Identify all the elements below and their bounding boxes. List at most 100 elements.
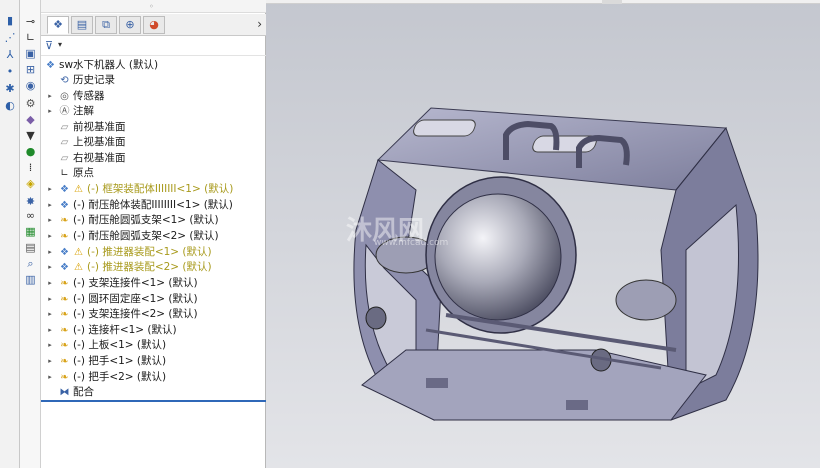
tree-item-pressure-hull-assembly[interactable]: ▸ ❖ (-) 耐压舱体装配IIIIIIII<1> (默认)	[41, 198, 266, 213]
expand-icon[interactable]: ▸	[46, 354, 54, 369]
tree-item-ring-mount[interactable]: ▸ ❧ (-) 圆环固定座<1> (默认)	[41, 292, 266, 307]
part-icon: ❧	[60, 340, 69, 351]
display-manager-tab[interactable]: ◕	[143, 16, 165, 34]
tree-item-history[interactable]: ⟲ 历史记录	[41, 73, 266, 88]
print-icon[interactable]: ▤	[23, 240, 38, 255]
expand-icon[interactable]: ▸	[46, 89, 54, 104]
tree-item-connecting-rod[interactable]: ▸ ❧ (-) 连接杆<1> (默认)	[41, 323, 266, 338]
tree-item-label: 注解	[73, 105, 94, 117]
table-icon[interactable]: ▦	[23, 224, 38, 239]
tree-item-label: (-) 连接杆<1> (默认)	[73, 324, 177, 336]
configuration-manager-tab[interactable]: ⧉	[95, 16, 117, 34]
tree-item-handle-1[interactable]: ▸ ❧ (-) 把手<1> (默认)	[41, 354, 266, 369]
tree-item-arc-bracket-1[interactable]: ▸ ❧ (-) 耐压舱圆弧支架<1> (默认)	[41, 213, 266, 228]
warning-icon: ⚠	[74, 184, 83, 195]
filter-caret-icon[interactable]: ▾	[58, 40, 62, 49]
tree-item-handle-2[interactable]: ▸ ❧ (-) 把手<2> (默认)	[41, 370, 266, 385]
icon-column: ⊸ ∟ ▣ ⊞ ◉ ⚙ ◆ ▼ ● ⁞ ◈ ✸ ∞ ▦ ▤ ⌕ ▥	[20, 0, 41, 468]
chart-icon[interactable]: ▥	[23, 272, 38, 287]
tree-item-bracket-connector-2[interactable]: ▸ ❧ (-) 支架连接件<2> (默认)	[41, 307, 266, 322]
assembly-icon: ❖	[60, 247, 69, 258]
mate-icon[interactable]: ◈	[23, 176, 38, 191]
tree-item-frame-assembly[interactable]: ▸ ❖ ⚠ (-) 框架装配体IIIIIII<1> (默认)	[41, 182, 266, 197]
tree-item-label: (-) 圆环固定座<1> (默认)	[73, 293, 198, 305]
panel-grip-icon[interactable]: ◦	[149, 2, 154, 11]
part-icon: ❧	[60, 294, 69, 305]
tree-item-label: 历史记录	[73, 74, 115, 86]
plane-icon: ▱	[60, 122, 69, 133]
annotation-icon: Ⓐ	[59, 106, 70, 117]
part-icon: ❧	[60, 231, 69, 242]
tree-item-label: (-) 耐压舱圆弧支架<2> (默认)	[73, 230, 219, 242]
plane-icon: ▱	[60, 137, 69, 148]
expand-icon[interactable]: ▸	[46, 338, 54, 353]
tree-item-sensors[interactable]: ▸ ◎ 传感器	[41, 89, 266, 104]
measure-icon[interactable]: ⊸	[23, 14, 38, 29]
tree-item-mates[interactable]: ⧓ 配合	[41, 385, 266, 400]
tree-item-top-plate[interactable]: ▸ ❧ (-) 上板<1> (默认)	[41, 338, 266, 353]
origin-icon: ∟	[60, 168, 69, 179]
history-icon: ⟲	[60, 75, 69, 86]
tree-item-label: (-) 框架装配体IIIIIII<1> (默认)	[87, 183, 234, 195]
expand-icon[interactable]: ▸	[46, 104, 54, 119]
expand-icon[interactable]: ▸	[46, 182, 54, 197]
sketch-icon[interactable]: ⋰	[3, 31, 17, 45]
pressure-sphere	[434, 193, 562, 321]
thruster-right	[615, 279, 677, 321]
axis-icon[interactable]: ⅄	[3, 48, 17, 62]
tabs-more-icon[interactable]: ›	[257, 17, 262, 31]
tree-item-label: (-) 推进器装配<1> (默认)	[87, 246, 212, 258]
component-icon[interactable]: ◆	[23, 112, 38, 127]
graphics-viewport[interactable]: 沐风网 www.mfcad.com	[266, 0, 820, 468]
explode-icon[interactable]: ✸	[23, 194, 38, 209]
tree-item-origin[interactable]: ∟ 原点	[41, 166, 266, 181]
tree-item-arc-bracket-2[interactable]: ▸ ❧ (-) 耐压舱圆弧支架<2> (默认)	[41, 229, 266, 244]
tree-item-top-plane[interactable]: ▱ 上视基准面	[41, 135, 266, 150]
assembly-icon: ❖	[60, 262, 69, 273]
expand-icon[interactable]: ▸	[46, 276, 54, 291]
tree-item-label: (-) 把手<2> (默认)	[73, 371, 167, 383]
binoculars-icon[interactable]: ∞	[23, 208, 38, 223]
watermark-url: www.mfcad.com	[374, 238, 449, 248]
dimension-icon[interactable]: ∟	[23, 30, 38, 45]
tree-item-thruster-assembly-2[interactable]: ▸ ❖ ⚠ (-) 推进器装配<2> (默认)	[41, 260, 266, 275]
location-icon[interactable]: ●	[23, 144, 38, 159]
assembly-icon: ❖	[60, 184, 69, 195]
search-icon[interactable]: ⌕	[23, 256, 38, 271]
property-manager-tab[interactable]: ▤	[71, 16, 93, 34]
tree-item-front-plane[interactable]: ▱ 前视基准面	[41, 120, 266, 135]
plane-icon: ▱	[60, 153, 69, 164]
part-icon: ❧	[60, 372, 69, 383]
rollback-bar[interactable]	[41, 400, 266, 402]
tree-item-bracket-connector-1[interactable]: ▸ ❧ (-) 支架连接件<1> (默认)	[41, 276, 266, 291]
tree-item-annotations[interactable]: ▸ Ⓐ 注解	[41, 104, 266, 119]
dimxpert-tab[interactable]: ⊕	[119, 16, 141, 34]
expand-icon[interactable]: ▸	[46, 292, 54, 307]
shell-icon[interactable]: ▼	[23, 128, 38, 143]
tree-item-label: 前视基准面	[73, 121, 126, 133]
dot-icon[interactable]: •	[3, 65, 17, 79]
tree-item-label: (-) 推进器装配<2> (默认)	[87, 261, 212, 273]
filter-icon[interactable]: ⊽	[45, 39, 53, 52]
tree-item-thruster-assembly-1[interactable]: ▸ ❖ ⚠ (-) 推进器装配<1> (默认)	[41, 245, 266, 260]
hierarchy-icon[interactable]: ⊞	[23, 62, 38, 77]
expand-icon[interactable]: ▸	[46, 307, 54, 322]
part-icon[interactable]: ▮	[3, 14, 17, 28]
display-icon[interactable]: ▣	[23, 46, 38, 61]
surface-icon[interactable]: ◐	[3, 99, 17, 113]
gear-icon[interactable]: ✱	[3, 82, 17, 96]
expand-icon[interactable]: ▸	[46, 213, 54, 228]
feature-manager-tab[interactable]: ❖	[47, 16, 69, 34]
hole-icon[interactable]: ⁞	[23, 160, 38, 175]
expand-icon[interactable]: ▸	[46, 229, 54, 244]
settings-icon[interactable]: ⚙	[23, 96, 38, 111]
expand-icon[interactable]: ▸	[46, 245, 54, 260]
expand-icon[interactable]: ▸	[46, 323, 54, 338]
appearance-icon[interactable]: ◉	[23, 78, 38, 93]
expand-icon[interactable]: ▸	[46, 370, 54, 385]
tree-item-right-plane[interactable]: ▱ 右视基准面	[41, 151, 266, 166]
expand-icon[interactable]: ▸	[46, 260, 54, 275]
tree-root[interactable]: ❖ sw水下机器人 (默认)	[41, 58, 266, 73]
expand-icon[interactable]: ▸	[46, 198, 54, 213]
tree-item-label: 上视基准面	[73, 136, 126, 148]
